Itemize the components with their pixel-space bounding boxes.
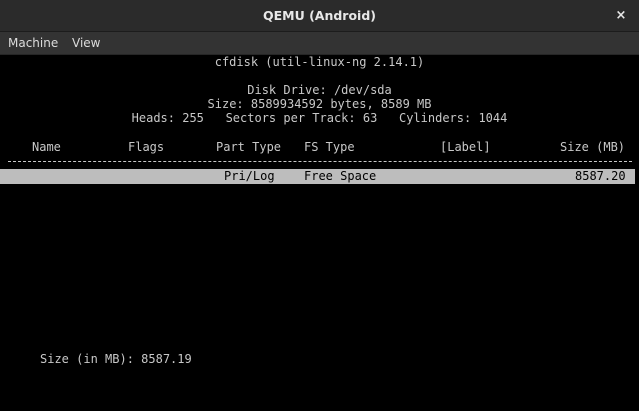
row-fs-type: Free Space <box>304 169 377 183</box>
row-size: 8587.20 <box>575 169 626 183</box>
column-header-flags: Flags <box>128 140 165 154</box>
size-prompt[interactable]: Size (in MB): 8587.19 <box>40 352 192 367</box>
column-header-part-type: Part Type <box>216 140 282 154</box>
disk-geometry-line: Heads: 255 Sectors per Track: 63 Cylinde… <box>131 111 508 125</box>
window-title: QEMU (Android) <box>262 8 377 23</box>
menu-item-machine[interactable]: Machine <box>8 32 58 54</box>
cfdisk-header: cfdisk (util-linux-ng 2.14.1) <box>214 55 425 69</box>
disk-drive-line: Disk Drive: /dev/sda <box>247 83 392 97</box>
menu-item-view[interactable]: View <box>72 32 100 54</box>
qemu-window: QEMU (Android) × Machine View cfdisk (ut… <box>0 0 639 411</box>
close-icon[interactable]: × <box>613 8 629 24</box>
column-header-label: [Label] <box>440 140 491 154</box>
menu-bar: Machine View <box>0 32 639 55</box>
partition-row-selected[interactable]: Pri/Log Free Space 8587.20 <box>0 169 635 184</box>
disk-size-line: Size: 8589934592 bytes, 8589 MB <box>207 97 432 111</box>
header-separator <box>8 161 632 162</box>
column-header-size: Size (MB) <box>560 140 626 154</box>
row-part-type: Pri/Log <box>224 169 275 183</box>
vm-display[interactable]: cfdisk (util-linux-ng 2.14.1) Disk Drive… <box>0 55 639 411</box>
column-header-name: Name <box>32 140 61 154</box>
column-header-fs-type: FS Type <box>304 140 355 154</box>
title-bar[interactable]: QEMU (Android) × <box>0 0 639 32</box>
